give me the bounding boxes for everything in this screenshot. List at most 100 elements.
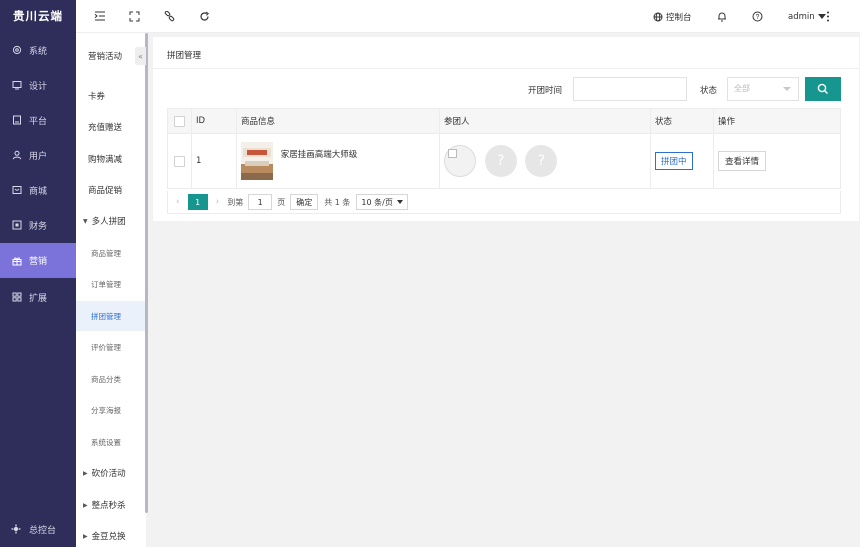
nav-item-user[interactable]: 用户 [0, 137, 76, 173]
subnav-item-goods-category[interactable]: 商品分类 [76, 364, 146, 394]
user-menu[interactable]: admin [788, 0, 826, 33]
broken-image-icon [448, 149, 457, 158]
link-icon[interactable] [162, 9, 176, 23]
time-filter-label: 开团时间 [528, 86, 563, 96]
subnav-item-goods-manage[interactable]: 商品管理 [76, 238, 146, 268]
status-select[interactable]: 全部 [727, 77, 799, 101]
fullscreen-icon[interactable] [127, 9, 141, 23]
subnav-item-label: 砍价活动 [91, 469, 126, 479]
nav-item-extend[interactable]: 扩展 [0, 279, 76, 315]
nav-item-system[interactable]: 系统 [0, 32, 76, 68]
nav-item-label: 营销 [29, 257, 48, 267]
subnav-item-full-reduction[interactable]: 购物满减 [76, 144, 146, 174]
subnav-item-label: 整点秒杀 [91, 501, 126, 511]
caret-down-icon [396, 200, 403, 204]
subnav-item-label: 金豆兑换 [91, 532, 126, 542]
page-1-button[interactable]: 1 [187, 194, 208, 210]
subnav-group-group-buy[interactable]: ▼ 多人拼团 [76, 206, 146, 236]
view-detail-button[interactable]: 查看详情 [718, 151, 767, 171]
nav-item-label: 系统 [29, 46, 48, 57]
caret-down-icon: ▼ [83, 217, 88, 225]
nav-item-platform[interactable]: 平台 [0, 102, 76, 138]
subnav-item-system-settings[interactable]: 系统设置 [76, 427, 146, 457]
goto-confirm-button[interactable]: 确定 [290, 194, 319, 210]
top-bar: 控制台 ? admin [76, 0, 860, 33]
row-id: 1 [191, 133, 237, 189]
select-all-checkbox[interactable] [174, 115, 185, 127]
search-button[interactable] [805, 77, 841, 101]
goto-page-input[interactable]: 1 [248, 194, 273, 210]
status-filter-label: 状态 [700, 86, 718, 96]
nav-item-label: 扩展 [29, 293, 48, 304]
title-divider [153, 68, 859, 69]
nav-item-design[interactable]: 设计 [0, 67, 76, 103]
sidebar-collapse-button[interactable]: « [135, 47, 146, 65]
caret-right-icon: ▶ [83, 469, 88, 477]
subnav-item-promotion[interactable]: 商品促销 [76, 175, 146, 205]
globe-icon [653, 12, 663, 22]
goto-label: 到第 [227, 197, 244, 207]
nav-item-finance[interactable]: 财务 [0, 207, 76, 243]
caret-down-icon [817, 14, 826, 19]
subnav-item-label: 系统设置 [91, 437, 121, 447]
help-icon[interactable]: ? [752, 0, 763, 33]
subnav-item-review-manage[interactable]: 评价管理 [76, 332, 146, 362]
page-size-select[interactable]: 10 条/页 [356, 194, 408, 210]
subnav-group-bargain[interactable]: ▶ 砍价活动 [76, 458, 146, 488]
subnav-item-label: 商品管理 [91, 248, 121, 258]
caret-right-icon: ▶ [83, 501, 88, 509]
username: admin [788, 11, 815, 22]
prev-page-icon[interactable]: ‹ [176, 197, 180, 207]
dashboard-button[interactable]: 控制台 [653, 0, 692, 33]
subnav-scrollbar[interactable] [145, 33, 148, 513]
nav-item-shop[interactable]: 商城 [0, 172, 76, 208]
subnav-item-recharge-gift[interactable]: 充值赠送 [76, 112, 146, 142]
row-goods-cell: 家居挂画高端大师级 [236, 133, 440, 189]
subnav-item-label: 订单管理 [91, 279, 121, 289]
total-count: 共 1 条 [324, 197, 351, 207]
bell-icon[interactable] [717, 0, 727, 33]
col-goods: 商品信息 [236, 108, 440, 134]
wallet-icon [11, 220, 22, 231]
subnav-group-bean-exchange[interactable]: ▶ 金豆兑换 [76, 521, 146, 547]
row-checkbox[interactable] [174, 155, 185, 167]
monitor-icon [11, 115, 22, 126]
time-filter-input[interactable] [573, 77, 687, 101]
subnav-item-label: 营销活动 [88, 52, 123, 62]
refresh-icon[interactable] [197, 9, 211, 23]
table-row: 1 家居挂画高端大师级 ? ? 拼团中 查看详情 [167, 133, 841, 189]
content-panel: 拼团管理 开团时间 状态 全部 ID 商品信息 参团人 状态 操作 1 家居挂画… [153, 37, 859, 221]
gear-icon [11, 45, 22, 56]
main-nav: 贵川云端 系统 设计 平台 用户 商城 财务 营销 扩展 总控台 [0, 0, 76, 547]
subnav-item-share-poster[interactable]: 分享海报 [76, 395, 146, 425]
subnav-item-label: 购物满减 [88, 155, 123, 165]
member-avatar [444, 145, 476, 177]
col-status: 状态 [650, 108, 714, 134]
gift-icon [11, 255, 22, 266]
subnav-item-group-manage[interactable]: 拼团管理 [76, 301, 146, 331]
menu-fold-icon[interactable] [93, 9, 107, 23]
svg-text:?: ? [756, 14, 760, 21]
dashboard-link[interactable]: 总控台 [0, 514, 76, 544]
monitor-icon [11, 80, 22, 91]
next-page-icon[interactable]: › [216, 197, 220, 207]
more-vertical-icon[interactable] [826, 0, 830, 33]
gear-icon [11, 524, 22, 535]
brand-logo: 贵川云端 [13, 9, 63, 23]
subnav-group-flash-sale[interactable]: ▶ 整点秒杀 [76, 490, 146, 520]
nav-item-label: 用户 [29, 151, 48, 162]
subnav-item-order-manage[interactable]: 订单管理 [76, 269, 146, 299]
sub-nav: 营销活动 卡券 充值赠送 购物满减 商品促销 ▼ 多人拼团 商品管理 订单管理 拼… [76, 0, 146, 547]
row-members-cell: ? ? [439, 133, 651, 189]
goods-thumbnail [241, 142, 273, 180]
goods-name: 家居挂画高端大师级 [280, 150, 358, 160]
pagination: ‹ 1 › 到第 1 页 确定 共 1 条 10 条/页 [167, 191, 841, 214]
shop-icon [11, 185, 22, 196]
nav-item-marketing[interactable]: 营销 [0, 243, 76, 278]
nav-item-label: 设计 [29, 81, 48, 92]
caret-right-icon: ▶ [83, 532, 88, 540]
subnav-item-label: 评价管理 [91, 342, 121, 352]
subnav-item-coupon[interactable]: 卡券 [76, 81, 146, 111]
group-table: ID 商品信息 参团人 状态 操作 1 家居挂画高端大师级 ? ? 拼团中 查看… [167, 108, 841, 189]
dashboard-label: 总控台 [29, 525, 57, 536]
